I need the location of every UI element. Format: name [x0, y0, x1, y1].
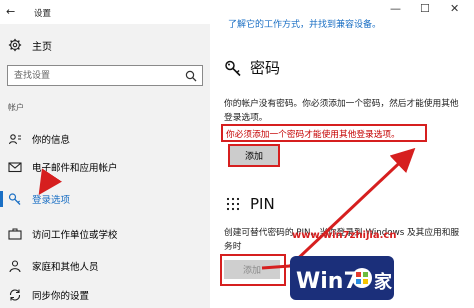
learn-more-link[interactable]: 了解它的工作方式，并找到兼容设备。	[228, 17, 381, 30]
sidebar-item-label: 登录选项	[32, 195, 71, 206]
search-input[interactable]	[8, 66, 178, 85]
password-warning: 你必须添加一个密码才能使用其他登录选项。	[226, 130, 400, 140]
pin-section-header: PIN	[224, 195, 275, 213]
section-label-accounts: 帐户	[8, 103, 24, 112]
annotation-box-warning: 你必须添加一个密码才能使用其他登录选项。	[221, 124, 427, 142]
person-card-icon	[8, 134, 21, 145]
selection-indicator	[0, 191, 3, 207]
watermark-brand: Win7	[296, 269, 359, 294]
sidebar-item-your-info[interactable]: 你的信息	[0, 128, 210, 150]
watermark-url: www.win7zhijia.cn	[292, 230, 397, 241]
search-box[interactable]	[7, 65, 203, 86]
win7-logo: Win7 家	[290, 256, 394, 300]
watermark-brand-suffix: 家	[374, 271, 393, 293]
sidebar-item-label: 访问工作单位或学校	[32, 230, 118, 241]
password-heading: 密码	[250, 59, 281, 77]
password-add-button[interactable]: 添加	[230, 146, 278, 165]
minimize-icon[interactable]: —	[390, 2, 401, 15]
window-title: 设置	[34, 9, 52, 19]
sidebar: 主页 帐户 你的信息 电子邮件和应用帐户 登录选项	[0, 24, 210, 308]
keypad-icon	[226, 197, 240, 211]
sidebar-home-label: 主页	[32, 41, 52, 53]
gear-icon	[8, 38, 22, 52]
sidebar-item-family-others[interactable]: 家庭和其他人员	[0, 255, 210, 277]
sidebar-item-email-accounts[interactable]: 电子邮件和应用帐户	[0, 156, 210, 178]
sidebar-item-label: 你的信息	[32, 135, 71, 146]
search-icon[interactable]	[185, 70, 197, 82]
sidebar-item-label: 电子邮件和应用帐户	[32, 163, 118, 174]
pin-heading: PIN	[250, 195, 275, 213]
mail-icon	[8, 162, 22, 173]
pin-add-button[interactable]: 添加	[224, 260, 280, 279]
people-icon	[9, 260, 21, 273]
sidebar-item-sync-settings[interactable]: 同步你的设置	[0, 284, 210, 306]
sidebar-item-sign-in-options[interactable]: 登录选项	[0, 188, 210, 210]
close-icon[interactable]: ✕	[450, 2, 459, 15]
sidebar-item-label: 同步你的设置	[32, 291, 90, 302]
sync-icon	[9, 289, 21, 301]
sidebar-item-label: 家庭和其他人员	[32, 262, 99, 273]
sidebar-home[interactable]: 主页	[8, 38, 52, 53]
key-icon	[8, 193, 21, 205]
briefcase-icon	[8, 228, 22, 240]
back-arrow-icon[interactable]: ←	[6, 5, 15, 18]
password-description: 你的帐户没有密码。你必须添加一个密码，然后才能使用其他登录选项。	[224, 99, 459, 123]
maximize-icon[interactable]: ☐	[420, 2, 430, 15]
sidebar-item-work-school[interactable]: 访问工作单位或学校	[0, 223, 210, 245]
key-icon	[225, 60, 241, 76]
password-section-header: 密码	[224, 57, 280, 78]
